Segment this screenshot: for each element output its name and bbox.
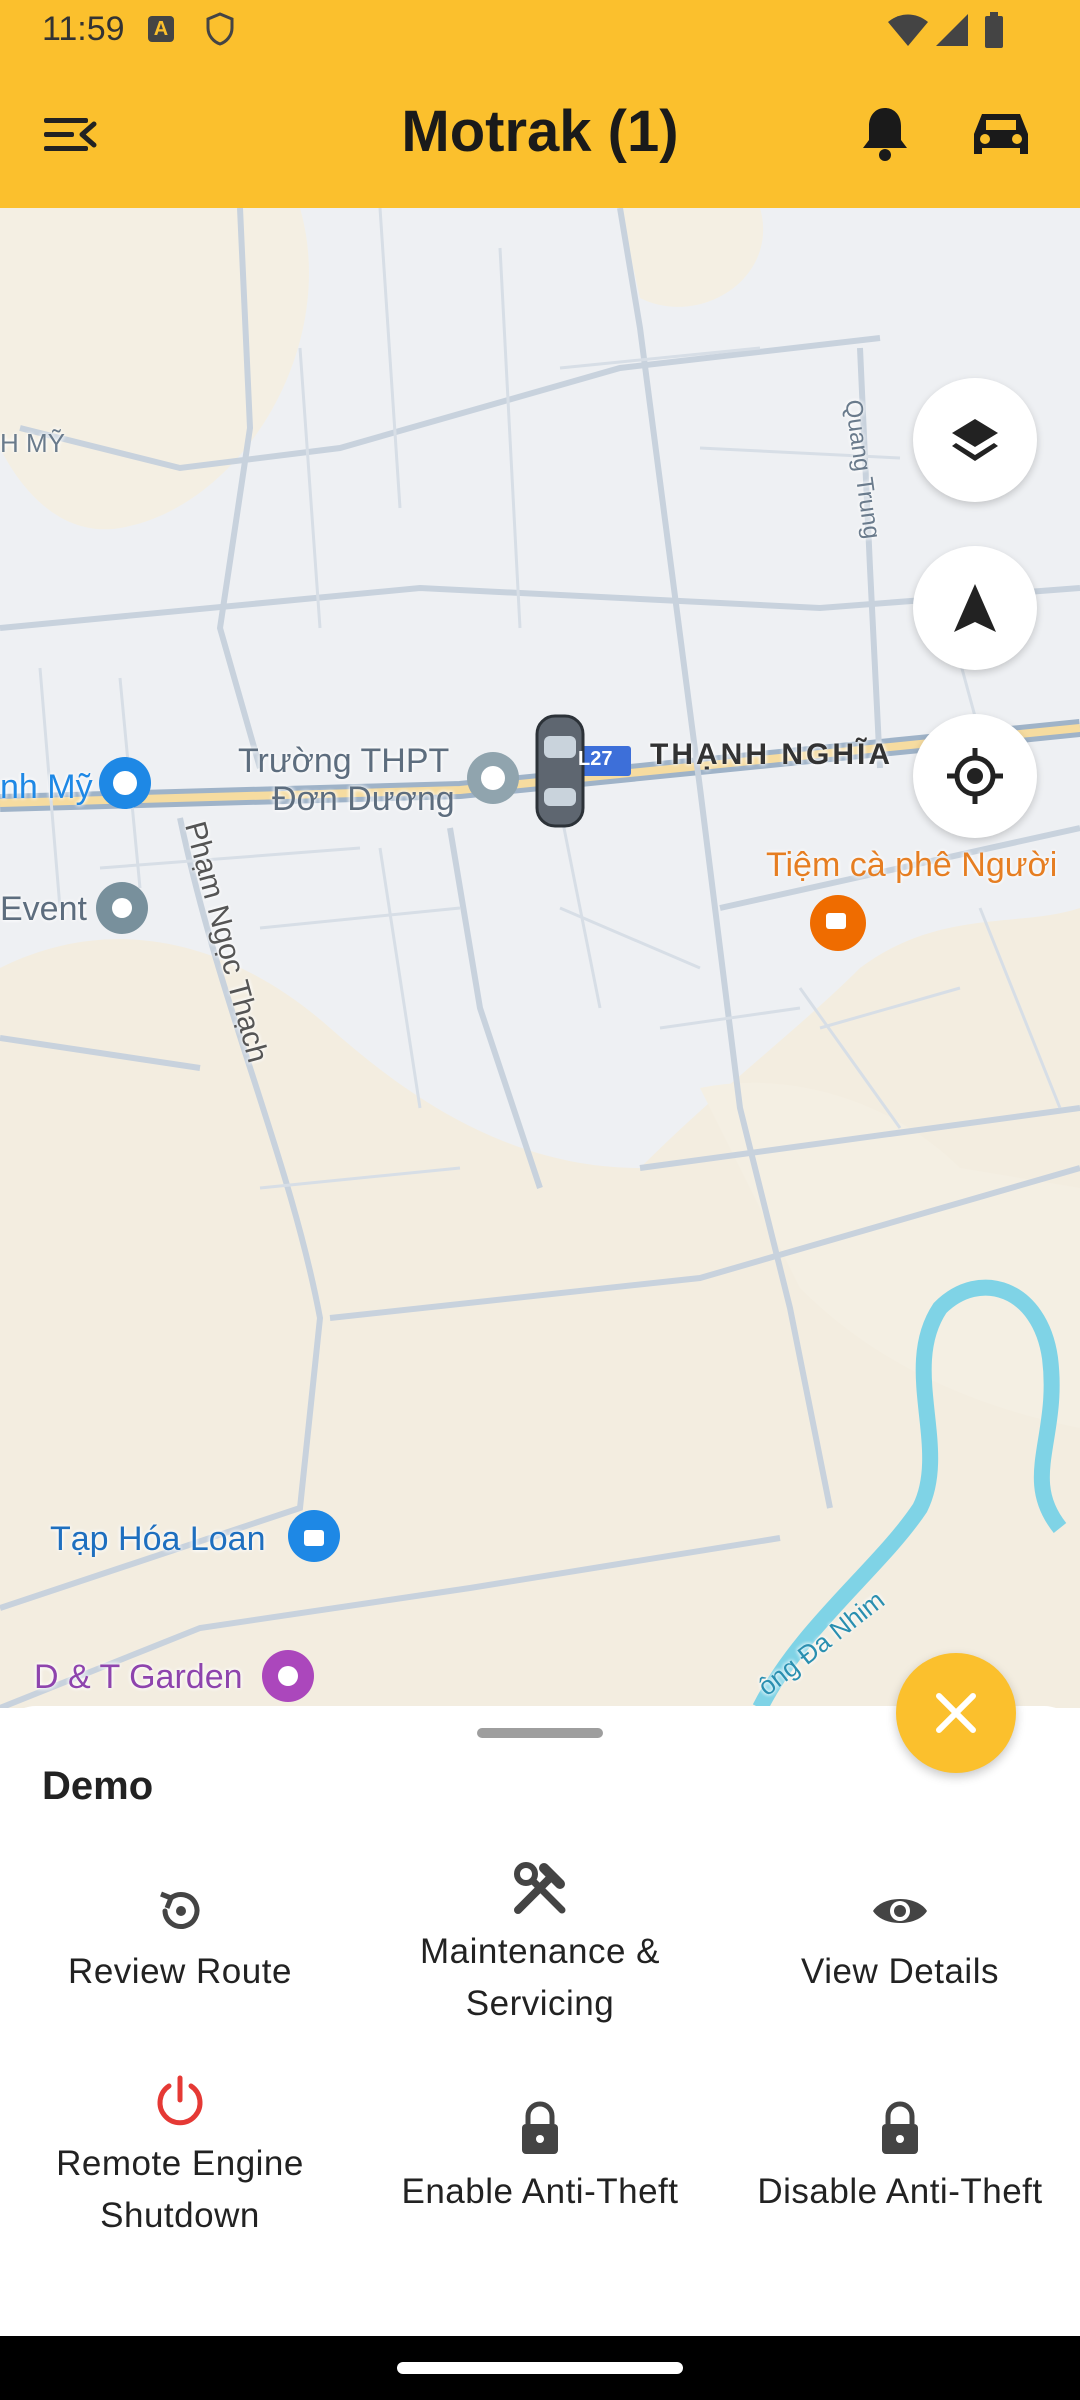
disable-anti-theft-button[interactable]: Disable Anti-Theft xyxy=(720,2100,1080,2218)
status-bar: 11:59 A xyxy=(0,0,1080,62)
eye-icon xyxy=(873,1899,927,1923)
maintenance-button[interactable]: Maintenance & Servicing xyxy=(360,1860,720,2030)
bell-icon[interactable] xyxy=(860,104,910,167)
enable-anti-theft-button[interactable]: Enable Anti-Theft xyxy=(360,2100,720,2218)
status-time: 11:59 xyxy=(42,10,125,48)
close-icon xyxy=(936,1693,976,1733)
view-details-label: View Details xyxy=(801,1952,999,1991)
map-layers-button[interactable] xyxy=(913,378,1037,502)
home-gesture-handle[interactable] xyxy=(397,2362,683,2374)
lock-icon xyxy=(522,2101,558,2154)
review-route-label: Review Route xyxy=(68,1952,292,1991)
map-label-truong-1: Trường THPT xyxy=(238,742,450,780)
review-route-button[interactable]: Review Route xyxy=(0,1886,360,1998)
map-label-dt-garden: D & T Garden xyxy=(34,1658,243,1696)
map-label-h-my-top: H MỸ xyxy=(0,428,65,458)
map-label-tiem-ca-phe: Tiệm cà phê Người xyxy=(766,846,1058,884)
signal-icon xyxy=(934,12,970,53)
view-details-button[interactable]: View Details xyxy=(720,1886,1080,1998)
tools-icon xyxy=(514,1862,566,1914)
remote-engine-shutdown-button[interactable]: Remote Engine Shutdown xyxy=(0,2074,360,2242)
map-label-thanh-nghia: THẠNH NGHĨA xyxy=(650,738,893,771)
vehicle-name: Demo xyxy=(42,1764,154,1808)
map-view[interactable]: Quang Trung H MỸ nh Mỹ Trường THPT Đơn D… xyxy=(0,208,1080,1708)
map-label-truong-2: Đơn Dương xyxy=(272,780,455,818)
compass-button[interactable] xyxy=(913,546,1037,670)
wifi-icon xyxy=(886,12,930,53)
app-bar: Motrak (1) xyxy=(0,62,1080,208)
maintenance-label: Maintenance & Servicing xyxy=(420,1932,660,2023)
menu-collapse-icon[interactable] xyxy=(42,112,98,163)
close-sheet-button[interactable] xyxy=(896,1653,1016,1773)
disable-anti-theft-label: Disable Anti-Theft xyxy=(757,2172,1043,2211)
map-label-event: Event xyxy=(0,890,87,928)
shield-icon xyxy=(205,12,235,51)
vehicle-marker xyxy=(535,714,585,828)
layers-icon xyxy=(952,419,998,461)
enable-anti-theft-label: Enable Anti-Theft xyxy=(401,2172,679,2211)
remote-engine-shutdown-label: Remote Engine Shutdown xyxy=(56,2144,304,2235)
crosshair-icon xyxy=(947,748,1003,804)
page-title: Motrak (1) xyxy=(401,99,679,164)
lock-icon xyxy=(882,2101,918,2154)
map-label-tap-hoa: Tạp Hóa Loan xyxy=(50,1520,266,1558)
history-icon xyxy=(160,1891,200,1929)
car-icon[interactable] xyxy=(972,108,1030,163)
map-label-h-my: nh Mỹ xyxy=(0,768,93,806)
map-label-route: L27 xyxy=(578,748,613,770)
vehicle-action-sheet: Demo Review Route Maintenance & Servicin… xyxy=(0,1706,1080,2336)
battery-icon xyxy=(984,12,1004,53)
sheet-drag-handle[interactable] xyxy=(477,1728,603,1738)
system-nav-bar xyxy=(0,2336,1080,2400)
my-location-button[interactable] xyxy=(913,714,1037,838)
power-icon xyxy=(157,2075,203,2126)
navigation-arrow-icon xyxy=(954,584,996,632)
font-app-icon: A xyxy=(148,16,174,42)
